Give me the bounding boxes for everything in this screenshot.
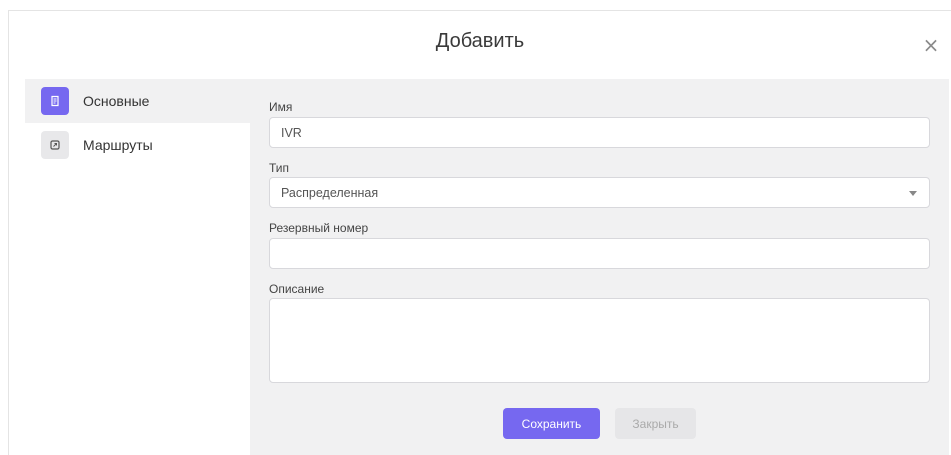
backup-number-label: Резервный номер — [269, 221, 369, 235]
name-value: IVR — [281, 125, 302, 140]
sidebar-item-routes[interactable]: Маршруты — [25, 123, 250, 167]
save-button[interactable]: Сохранить — [503, 408, 600, 439]
name-field[interactable]: IVR — [269, 117, 930, 148]
sidebar-item-general[interactable]: Основные — [25, 79, 250, 123]
close-button[interactable]: Закрыть — [615, 408, 696, 439]
add-dialog: Добавить × Основные Маршруты Имя IVR Тип… — [8, 10, 951, 455]
route-icon — [41, 131, 69, 159]
description-label: Описание — [269, 282, 325, 296]
sidebar: Основные Маршруты — [25, 79, 250, 455]
type-label: Тип — [269, 161, 290, 175]
sidebar-item-label: Маршруты — [83, 137, 153, 153]
document-icon — [41, 87, 69, 115]
name-label: Имя — [269, 100, 293, 114]
description-field[interactable] — [269, 298, 930, 383]
backup-number-field[interactable] — [269, 238, 930, 269]
type-select[interactable]: Распределенная — [269, 177, 930, 208]
type-value: Распределенная — [281, 185, 379, 200]
sidebar-item-label: Основные — [83, 93, 150, 109]
dialog-title: Добавить — [435, 30, 525, 52]
chevron-down-icon — [909, 191, 917, 196]
dialog-content: Основные Маршруты Имя IVR Тип Распределе… — [25, 79, 949, 455]
close-icon[interactable]: × — [921, 35, 941, 55]
